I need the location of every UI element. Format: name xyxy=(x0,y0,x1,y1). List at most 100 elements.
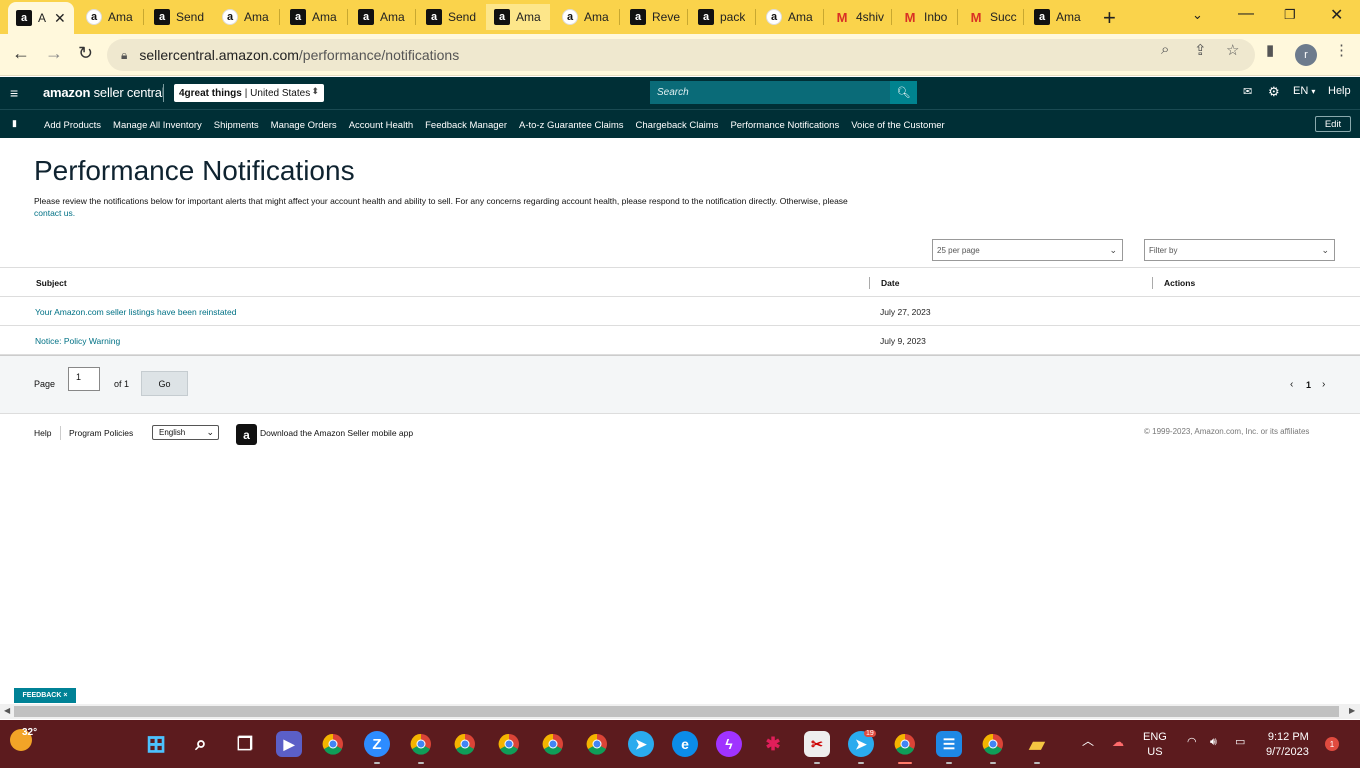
browser-tab[interactable]: M 4shiv xyxy=(826,4,890,30)
chrome-icon[interactable] xyxy=(892,731,918,757)
nav-link-manage-inventory[interactable]: Manage All Inventory xyxy=(113,120,202,131)
prev-page-icon[interactable]: ‹ xyxy=(1290,379,1293,390)
volume-icon[interactable]: 🔊︎ xyxy=(1210,735,1217,750)
amazon-app-icon[interactable]: a xyxy=(236,424,257,445)
chrome-icon[interactable] xyxy=(584,731,610,757)
current-page-number[interactable]: 1 xyxy=(1306,380,1311,390)
tab-search-chevron-icon[interactable]: ⌄ xyxy=(1192,7,1203,23)
file-explorer-icon[interactable]: ▰ xyxy=(1024,731,1050,757)
search-input[interactable]: Search xyxy=(650,81,891,104)
feedback-button[interactable]: FEEDBACK × xyxy=(14,688,76,703)
browser-tab[interactable]: a Ama xyxy=(282,4,346,30)
footer-language-select[interactable]: English ⌄ xyxy=(152,425,219,440)
download-app-link[interactable]: Download the Amazon Seller mobile app xyxy=(260,428,413,438)
go-button[interactable]: Go xyxy=(141,371,188,396)
restore-icon[interactable]: ❐ xyxy=(1284,7,1296,23)
tray-chevron-up-icon[interactable]: ︿ xyxy=(1082,734,1094,749)
nav-link-add-products[interactable]: Add Products xyxy=(44,120,101,131)
column-date[interactable]: Date xyxy=(881,278,899,288)
chrome-icon[interactable] xyxy=(980,731,1006,757)
notification-badge[interactable]: 1 xyxy=(1325,737,1339,751)
weather-widget[interactable]: 32° xyxy=(10,727,37,751)
address-bar[interactable]: 🔒︎ sellercentral.amazon.com/performance/… xyxy=(107,39,1255,71)
close-window-icon[interactable]: ✕ xyxy=(1330,5,1343,25)
reload-icon[interactable]: ↻ xyxy=(78,43,93,64)
nav-link-atoz-claims[interactable]: A-to-z Guarantee Claims xyxy=(519,120,624,131)
forward-arrow-icon[interactable]: → xyxy=(45,43,63,64)
chrome-icon[interactable] xyxy=(408,731,434,757)
browser-tab[interactable]: M Succ xyxy=(960,4,1022,30)
contact-us-link[interactable]: contact us. xyxy=(34,208,75,218)
bookmark-icon[interactable]: ▮ xyxy=(12,118,17,129)
chrome-icon[interactable] xyxy=(496,731,522,757)
slack-icon[interactable]: ✱ xyxy=(760,731,786,757)
page-number-input[interactable]: 1 xyxy=(68,367,100,391)
nav-link-chargeback-claims[interactable]: Chargeback Claims xyxy=(636,120,719,131)
footer-help-link[interactable]: Help xyxy=(34,428,51,438)
help-link[interactable]: Help xyxy=(1328,85,1351,97)
bookmark-star-icon[interactable]: ☆ xyxy=(1226,41,1239,59)
nav-link-manage-orders[interactable]: Manage Orders xyxy=(271,120,337,131)
nav-link-account-health[interactable]: Account Health xyxy=(349,120,413,131)
scroll-right-icon[interactable]: ▶ xyxy=(1349,706,1355,715)
chrome-icon[interactable] xyxy=(452,731,478,757)
input-language[interactable]: ENG US xyxy=(1143,730,1167,760)
browser-tab-active[interactable]: a A ✕ xyxy=(8,2,74,34)
nav-link-shipments[interactable]: Shipments xyxy=(214,120,259,131)
hamburger-menu-icon[interactable]: ≡ xyxy=(10,85,18,101)
store-selector[interactable]: 4great things | United States ⬍ xyxy=(174,84,324,102)
edit-nav-button[interactable]: Edit xyxy=(1315,116,1351,132)
browser-tab[interactable]: a Ama xyxy=(214,4,278,30)
search-button[interactable]: 🔍︎ xyxy=(890,81,917,104)
close-tab-icon[interactable]: ✕ xyxy=(54,10,66,27)
browser-tab[interactable]: a pack xyxy=(690,4,754,30)
teams-icon[interactable]: ▶ xyxy=(276,731,302,757)
gear-icon[interactable]: ⚙ xyxy=(1268,84,1280,100)
back-arrow-icon[interactable]: ← xyxy=(12,43,30,64)
browser-tab[interactable]: a Ama xyxy=(78,4,142,30)
wifi-icon[interactable]: ◠ xyxy=(1187,735,1197,750)
program-policies-link[interactable]: Program Policies xyxy=(69,428,133,438)
zoom-app-icon[interactable]: Z xyxy=(364,731,390,757)
horizontal-scrollbar[interactable]: ◀ ▶ xyxy=(0,704,1360,719)
share-icon[interactable]: ⇪ xyxy=(1194,41,1207,59)
telegram-icon[interactable]: ➤ xyxy=(628,731,654,757)
windows-start-icon[interactable]: ⊞ xyxy=(143,731,169,758)
nav-link-feedback-manager[interactable]: Feedback Manager xyxy=(425,120,507,131)
browser-tab[interactable]: a Reve xyxy=(622,4,686,30)
notepad-icon[interactable]: ☰ xyxy=(936,731,962,757)
chrome-icon[interactable] xyxy=(320,731,346,757)
edge-icon[interactable]: e xyxy=(672,731,698,757)
network-warning-icon[interactable]: ☁ xyxy=(1112,735,1124,750)
mail-icon[interactable]: ✉ xyxy=(1243,85,1252,98)
scrollbar-thumb[interactable] xyxy=(14,706,1339,717)
browser-tab[interactable]: a Ama xyxy=(758,4,822,30)
browser-tab[interactable]: a Ama xyxy=(1026,4,1090,30)
browser-tab[interactable]: a Send xyxy=(418,4,482,30)
snipping-tool-icon[interactable]: ✂ xyxy=(804,731,830,757)
language-selector[interactable]: EN ▾ xyxy=(1293,85,1315,97)
profile-avatar[interactable]: r xyxy=(1295,44,1317,66)
nav-link-voice-of-customer[interactable]: Voice of the Customer xyxy=(851,120,944,131)
notification-subject-link[interactable]: Your Amazon.com seller listings have bee… xyxy=(35,307,236,317)
per-page-select[interactable]: 25 per page ⌄ xyxy=(932,239,1123,261)
minimize-icon[interactable]: — xyxy=(1238,5,1254,23)
browser-tab[interactable]: a Ama xyxy=(554,4,618,30)
zoom-icon[interactable]: ⌕ xyxy=(1161,41,1169,58)
filter-select[interactable]: Filter by ⌄ xyxy=(1144,239,1335,261)
browser-tab[interactable]: a Ama xyxy=(486,4,550,30)
chrome-icon[interactable] xyxy=(540,731,566,757)
messenger-icon[interactable]: ϟ xyxy=(716,731,742,757)
side-panel-icon[interactable]: ▮ xyxy=(1266,41,1274,59)
column-subject[interactable]: Subject xyxy=(36,278,67,288)
battery-icon[interactable]: ▭ xyxy=(1235,735,1245,750)
search-icon[interactable]: ⌕ xyxy=(188,731,214,757)
nav-link-performance-notifications[interactable]: Performance Notifications xyxy=(730,120,839,131)
next-page-icon[interactable]: › xyxy=(1322,379,1325,390)
more-menu-icon[interactable]: ⋮ xyxy=(1334,41,1349,59)
clock[interactable]: 9:12 PM 9/7/2023 xyxy=(1266,730,1309,760)
new-tab-icon[interactable]: + xyxy=(1103,5,1116,31)
notification-subject-link[interactable]: Notice: Policy Warning xyxy=(35,336,120,346)
scroll-left-icon[interactable]: ◀ xyxy=(4,706,10,715)
task-view-icon[interactable]: ❐ xyxy=(232,731,258,757)
